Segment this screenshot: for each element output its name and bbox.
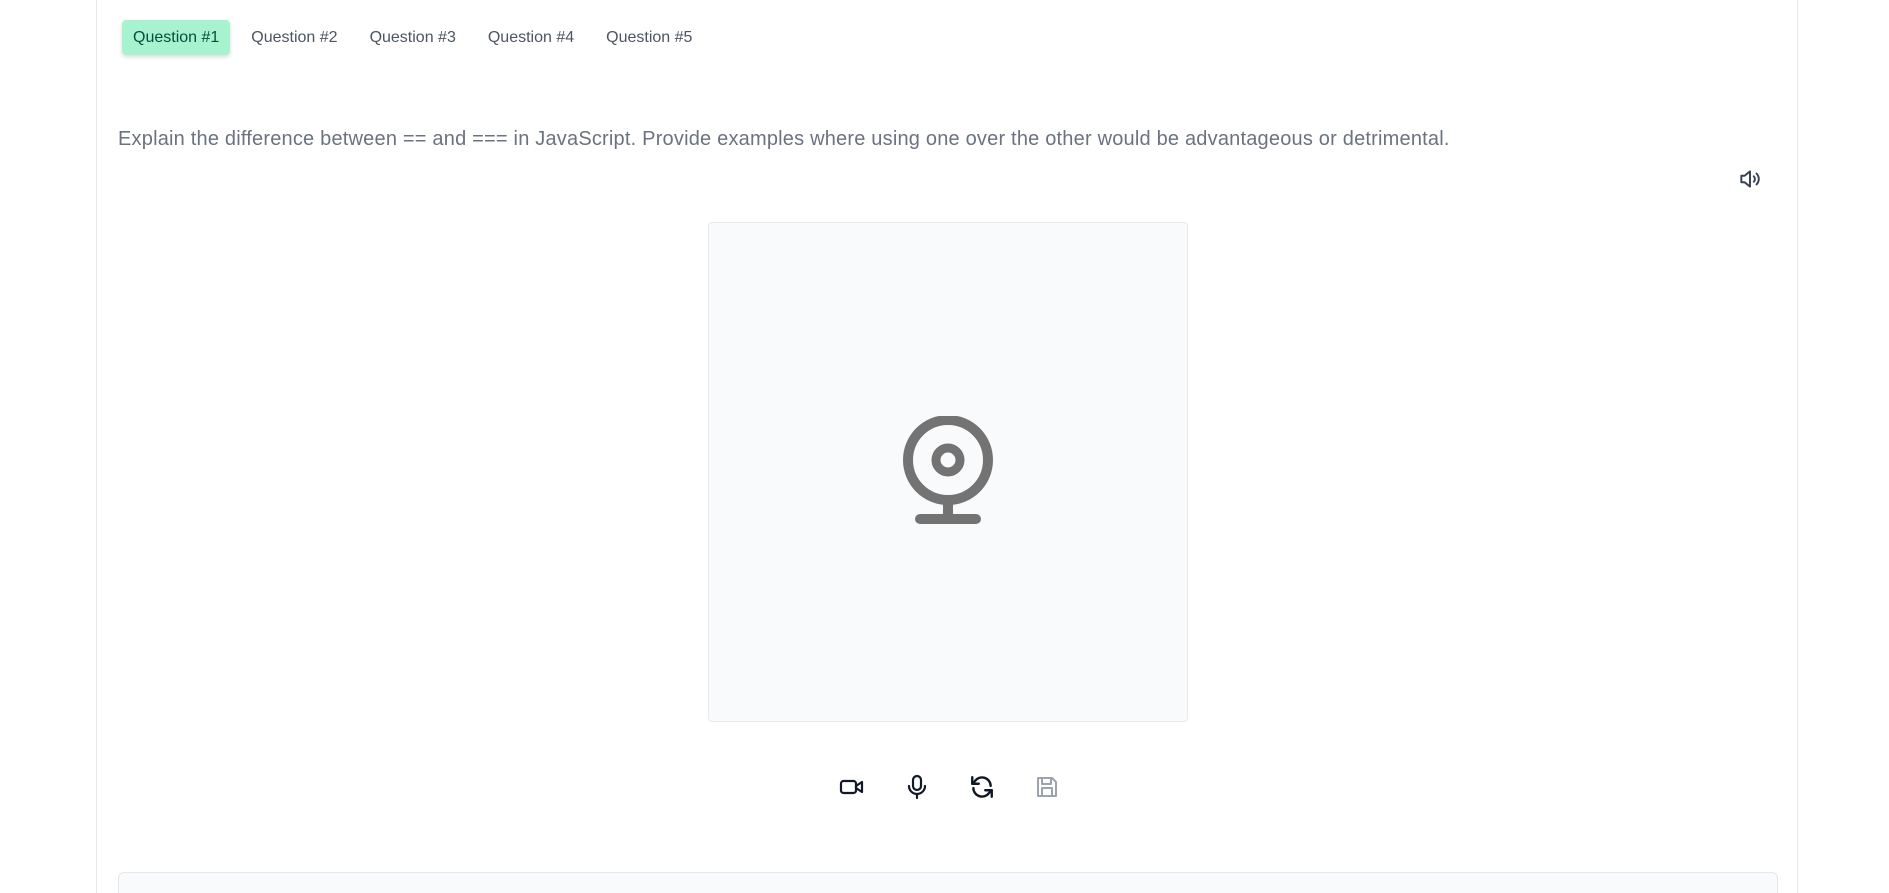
interview-panel: Question #1 Question #2 Question #3 Ques… [96, 0, 1798, 893]
question-text: Explain the difference between == and ==… [118, 128, 1450, 150]
recording-controls [832, 771, 1067, 803]
speaker-icon [1740, 170, 1760, 188]
tab-question-2[interactable]: Question #2 [240, 20, 348, 55]
webcam-icon [903, 416, 993, 524]
page: Question #1 Question #2 Question #3 Ques… [0, 0, 1889, 893]
save-recording-button[interactable] [1027, 771, 1067, 803]
question-tabs: Question #1 Question #2 Question #3 Ques… [122, 20, 703, 55]
tab-question-1[interactable]: Question #1 [122, 20, 231, 55]
restart-recording-button[interactable] [962, 771, 1002, 803]
webcam-preview [708, 222, 1188, 722]
tab-question-3[interactable]: Question #3 [359, 20, 467, 55]
answer-transcript-area[interactable] [118, 872, 1778, 893]
toggle-camera-button[interactable] [832, 771, 872, 803]
read-aloud-button[interactable] [1735, 164, 1765, 194]
video-camera-icon [839, 779, 864, 795]
microphone-icon [907, 774, 927, 800]
tab-question-5[interactable]: Question #5 [595, 20, 703, 55]
save-icon [1037, 777, 1057, 797]
tab-question-4[interactable]: Question #4 [477, 20, 585, 55]
toggle-microphone-button[interactable] [897, 771, 937, 803]
refresh-icon [971, 776, 993, 798]
